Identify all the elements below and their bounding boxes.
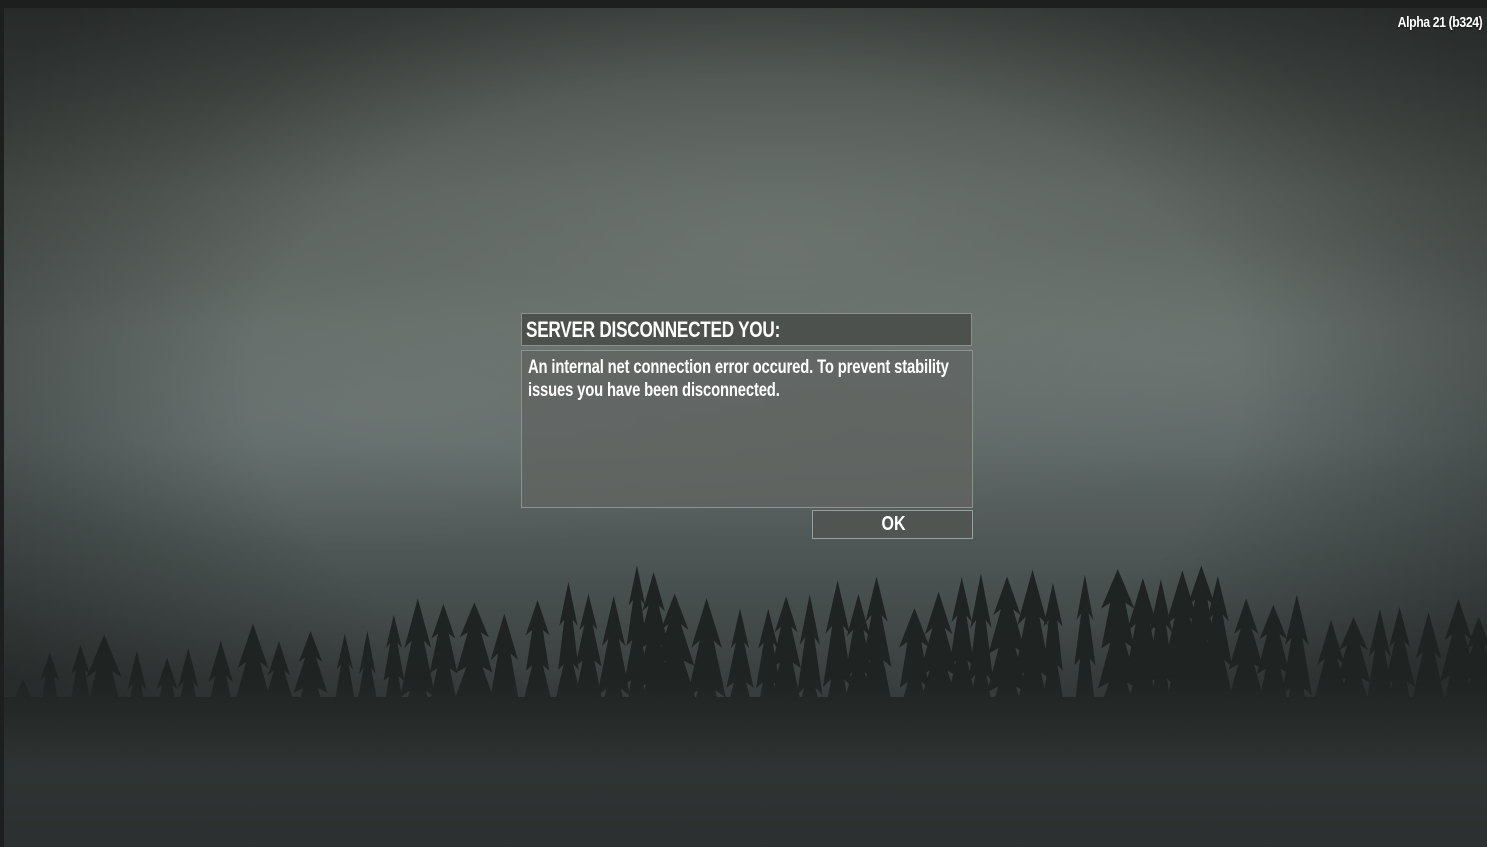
dialog-message-panel: An internal net connection error occured…	[521, 350, 973, 508]
dialog-title-bar: SERVER DISCONNECTED YOU:	[521, 313, 972, 346]
game-screen: Alpha 21 (b324) SERVER DISCONNECTED YOU:…	[0, 0, 1487, 847]
ground-fog	[4, 677, 1487, 847]
top-window-border	[0, 0, 1487, 8]
dialog-title: SERVER DISCONNECTED YOU:	[526, 317, 781, 342]
ok-button-label: OK	[881, 513, 906, 535]
game-version-label: Alpha 21 (b324)	[1397, 14, 1482, 31]
dialog-message: An internal net connection error occured…	[528, 357, 949, 401]
ok-button[interactable]: OK	[812, 510, 973, 539]
